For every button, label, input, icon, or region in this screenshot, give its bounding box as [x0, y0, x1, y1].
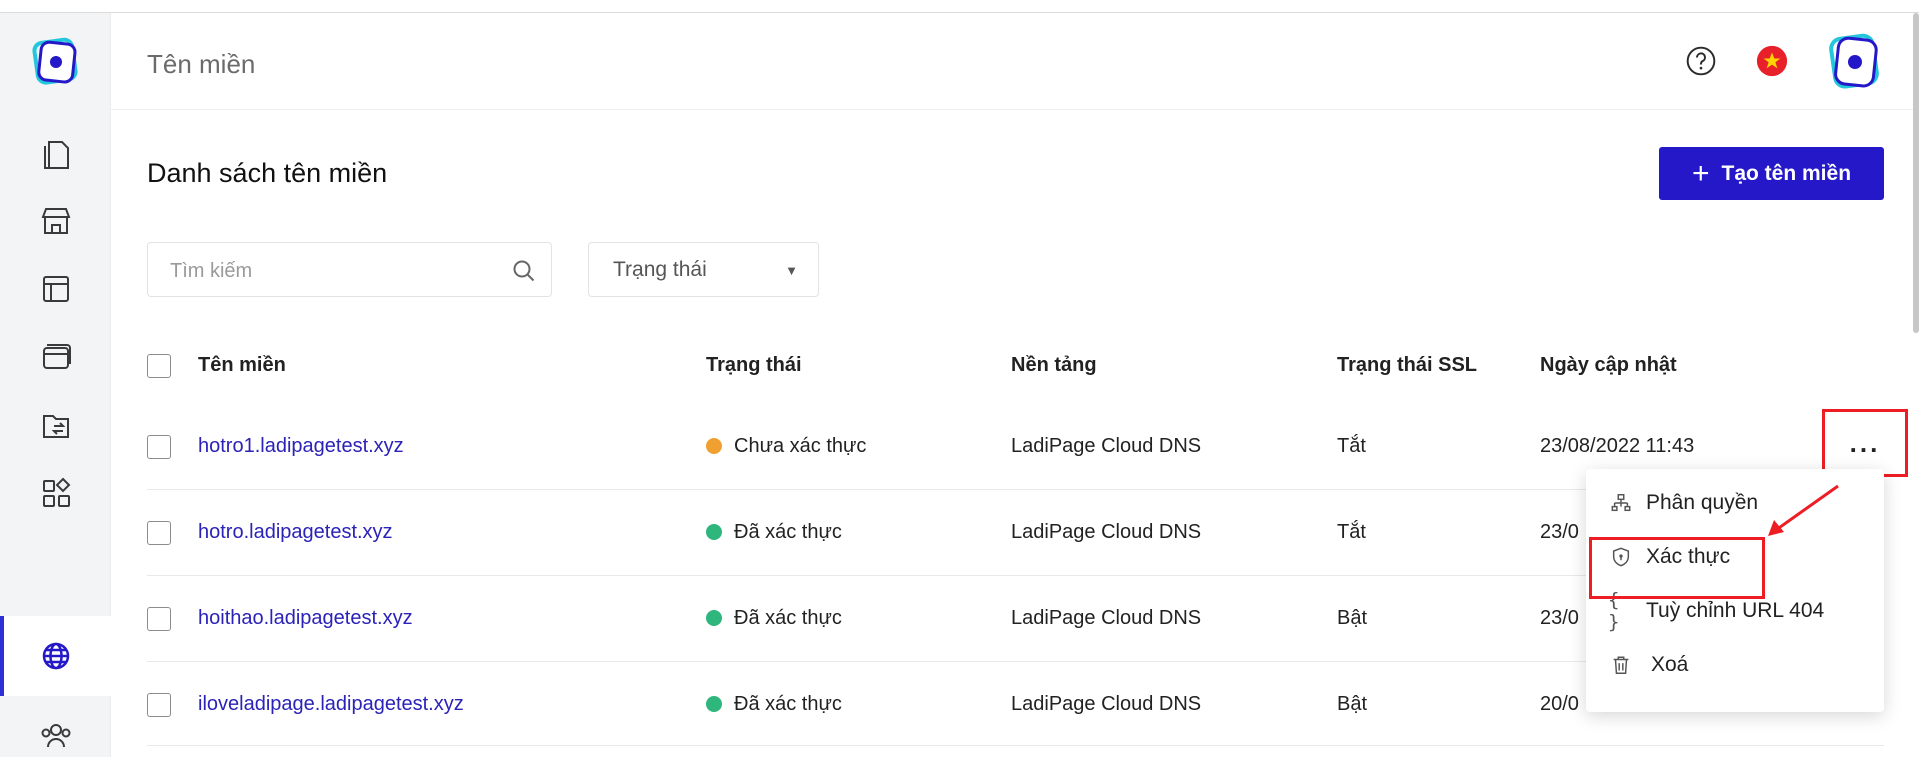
ssl-cell: Bật: [1337, 693, 1368, 715]
status-dot: [706, 696, 722, 712]
window-top-edge: [0, 0, 1919, 13]
updated-cell: 23/0: [1540, 521, 1579, 543]
status-dot: [706, 610, 722, 626]
status-badge: Đã xác thực: [706, 693, 842, 716]
domain-link[interactable]: hotro.ladipagetest.xyz: [198, 521, 393, 544]
row-checkbox[interactable]: [147, 607, 171, 631]
row-checkbox[interactable]: [147, 521, 171, 545]
platform-cell: LadiPage Cloud DNS: [1011, 521, 1202, 543]
platform-cell: LadiPage Cloud DNS: [1011, 435, 1202, 457]
pages-icon: [43, 141, 69, 169]
domain-link[interactable]: hoithao.ladipagetest.xyz: [198, 607, 413, 630]
search-icon[interactable]: [511, 258, 537, 284]
platform-cell: LadiPage Cloud DNS: [1011, 607, 1202, 629]
menu-item-label: Tuỳ chỉnh URL 404: [1646, 599, 1825, 622]
language-button[interactable]: [1754, 43, 1790, 79]
status-badge: Chưa xác thực: [706, 435, 866, 458]
status-text: Đã xác thực: [734, 607, 842, 629]
sidebar-item-apps[interactable]: [0, 453, 111, 533]
search-input[interactable]: [170, 258, 500, 284]
updated-cell: 23/0: [1540, 607, 1579, 629]
create-domain-button[interactable]: + Tạo tên miền: [1659, 147, 1884, 200]
menu-item-delete[interactable]: Xoá: [1586, 639, 1884, 691]
status-dot: [706, 524, 722, 540]
layout-icon: [42, 276, 69, 302]
vietnam-flag-icon: [1756, 45, 1788, 77]
ssl-cell: Tắt: [1337, 435, 1366, 457]
status-badge: Đã xác thực: [706, 607, 842, 630]
users-icon: [41, 724, 70, 748]
status-badge: Đã xác thực: [706, 521, 842, 544]
apps-icon: [42, 477, 70, 507]
status-text: Đã xác thực: [734, 521, 842, 543]
column-header-domain: Tên miền: [198, 354, 286, 376]
row-checkbox[interactable]: [147, 693, 171, 717]
row-checkbox[interactable]: [147, 435, 171, 459]
status-dot: [706, 438, 722, 454]
ssl-cell: Tắt: [1337, 521, 1366, 543]
status-filter-label: Trạng thái: [613, 258, 707, 281]
sidebar-item-domains[interactable]: [0, 616, 111, 696]
vertical-scrollbar[interactable]: [1913, 13, 1919, 333]
annotation-arrow-icon: [1768, 484, 1839, 536]
help-button[interactable]: [1683, 43, 1719, 79]
row-divider: [147, 745, 1884, 746]
sidebar-item-users[interactable]: [0, 709, 111, 757]
page-header: Tên miền: [111, 13, 1919, 110]
search-box: [147, 242, 552, 297]
column-header-updated: Ngày cập nhật: [1540, 354, 1677, 376]
section-title: Danh sách tên miền: [147, 158, 388, 188]
menu-item-label: Phân quyền: [1646, 491, 1759, 514]
column-header-platform: Nền tảng: [1011, 354, 1097, 376]
status-text: Chưa xác thực: [734, 435, 867, 457]
store-icon: [41, 208, 70, 234]
page-title: Tên miền: [147, 49, 256, 79]
updated-cell: 20/0: [1540, 693, 1579, 715]
chevron-down-icon: ▼: [785, 263, 798, 278]
sidebar: [0, 13, 111, 757]
domain-link[interactable]: iloveladipage.ladipagetest.xyz: [198, 693, 464, 716]
status-text: Đã xác thực: [734, 693, 842, 715]
sitemap-icon: [1608, 490, 1634, 516]
row-more-actions-button[interactable]: ...: [1822, 409, 1908, 477]
domain-link[interactable]: hotro1.ladipagetest.xyz: [198, 435, 404, 458]
updated-cell: 23/08/2022 11:43: [1540, 435, 1695, 457]
status-filter-select[interactable]: Trạng thái ▼: [588, 242, 819, 297]
globe-icon: [42, 642, 69, 670]
platform-cell: LadiPage Cloud DNS: [1011, 693, 1202, 715]
trash-icon: [1608, 652, 1634, 678]
plus-icon: +: [1691, 156, 1710, 190]
create-domain-label: Tạo tên miền: [1721, 161, 1852, 185]
annotation-highlight-box: [1589, 537, 1765, 599]
app-logo[interactable]: [30, 35, 82, 87]
menu-item-label: Xoá: [1651, 653, 1689, 676]
avatar[interactable]: [1825, 31, 1885, 91]
column-header-ssl: Trạng thái SSL: [1337, 354, 1478, 376]
browser-icon: [42, 344, 71, 369]
select-all-checkbox[interactable]: [147, 354, 171, 378]
folder-transfer-icon: [42, 415, 69, 438]
braces-icon: { }: [1608, 589, 1620, 633]
help-icon: [1686, 46, 1716, 76]
ssl-cell: Bật: [1337, 607, 1368, 629]
column-header-status: Trạng thái: [706, 354, 802, 376]
